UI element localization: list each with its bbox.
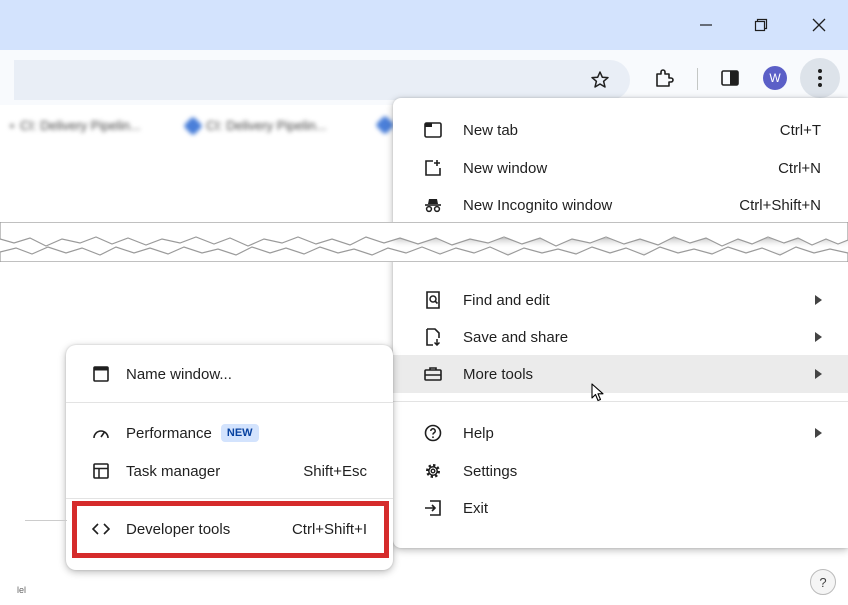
submenu-arrow-icon [815,332,822,342]
bookmarks-bar: CI: Delivery Pipelin... CI: Delivery Pip… [0,108,400,144]
settings-icon [423,461,443,481]
menu-item-name-window[interactable]: Name window... [66,355,393,393]
side-panel-button[interactable] [710,58,750,98]
help-button[interactable]: ? [810,569,836,595]
profile-button[interactable]: W [755,58,795,98]
menu-item-new-incognito[interactable]: New Incognito window Ctrl+Shift+N [393,186,848,224]
close-icon [812,18,826,32]
bookmark-item[interactable]: CI: Delivery Pipelin... [183,115,327,136]
menu-item-settings[interactable]: Settings [393,452,848,490]
new-badge: NEW [220,424,259,442]
save-share-icon [423,327,443,347]
task-manager-icon [91,461,111,481]
bookmark-item[interactable]: CI: Delivery Pipelin... [9,118,141,133]
more-vert-icon [818,69,822,87]
avatar: W [763,66,787,90]
bookmark-icon [375,115,395,135]
toolbar-divider [697,68,698,90]
find-edit-icon [423,290,443,310]
menu-divider [66,498,393,499]
menu-item-help[interactable]: Help [393,414,848,452]
address-bar[interactable] [14,60,630,100]
help-icon [423,423,443,443]
performance-icon [91,423,111,443]
menu-divider [66,402,393,403]
submenu-arrow-icon [815,295,822,305]
toolbox-icon [423,364,443,384]
minimize-button[interactable] [686,8,726,42]
highlight-box [72,501,389,558]
chrome-main-menu-lower: Find and edit Save and share More tools … [393,255,848,548]
puzzle-icon [656,69,674,87]
new-tab-icon [423,120,443,140]
menu-item-save-and-share[interactable]: Save and share [393,318,848,356]
incognito-icon [423,195,443,215]
mouse-cursor-icon [591,383,604,402]
submenu-arrow-icon [815,428,822,438]
side-panel-icon [721,70,739,86]
chrome-main-menu: New tab Ctrl+T New window Ctrl+N New Inc… [393,98,848,238]
close-window-button[interactable] [799,8,839,42]
extensions-button[interactable] [644,58,684,98]
menu-item-find-and-edit[interactable]: Find and edit [393,281,848,319]
menu-item-more-tools[interactable]: More tools [393,355,848,393]
exit-icon [423,498,443,518]
star-icon [591,71,609,88]
restore-button[interactable] [741,8,781,42]
menu-item-new-window[interactable]: New window Ctrl+N [393,149,848,187]
menu-item-new-tab[interactable]: New tab Ctrl+T [393,111,848,149]
restore-icon [754,18,768,32]
torn-edge [0,222,848,262]
chrome-menu-button[interactable] [800,58,840,98]
submenu-arrow-icon [815,369,822,379]
new-window-icon [423,158,443,178]
menu-item-exit[interactable]: Exit [393,489,848,527]
bookmark-star-button[interactable] [580,60,620,100]
window-icon [91,364,111,384]
minimize-icon [700,24,712,26]
menu-divider [393,401,848,402]
background-text: lel [17,585,27,595]
menu-item-performance[interactable]: Performance NEW [66,414,393,452]
bookmark-item[interactable] [375,115,395,135]
background-divider [25,520,67,521]
menu-item-task-manager[interactable]: Task manager Shift+Esc [66,452,393,490]
bookmark-icon [183,115,203,136]
